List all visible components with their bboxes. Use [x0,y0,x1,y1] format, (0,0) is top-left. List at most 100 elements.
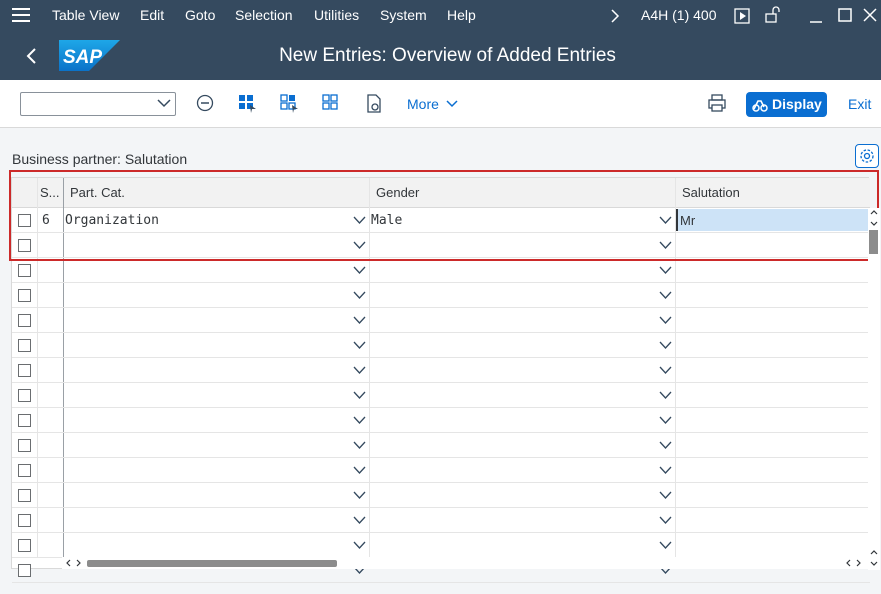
row-select-checkbox[interactable] [18,339,31,352]
cell-gender[interactable]: Male [371,213,402,228]
column-header-gender[interactable]: Gender [376,185,419,200]
document-settings-icon[interactable] [364,94,384,114]
command-field[interactable] [20,92,176,116]
horizontal-scrollbar[interactable] [62,557,868,569]
scroll-left-right-icon[interactable] [64,558,84,568]
table-row[interactable]: 6 Organization Male Mr [12,208,870,233]
salutation-input[interactable]: Mr [676,209,868,231]
table-row[interactable] [12,533,870,558]
display-glasses-icon [752,100,768,112]
row-select-checkbox[interactable] [18,414,31,427]
row-select-checkbox[interactable] [18,239,31,252]
row-select-checkbox[interactable] [18,289,31,302]
table-row[interactable] [12,283,870,308]
table-row[interactable] [12,358,870,383]
part-cat-dropdown-icon[interactable] [353,465,366,475]
maximize-icon[interactable] [837,7,853,23]
part-cat-dropdown-icon[interactable] [353,440,366,450]
gender-dropdown-icon[interactable] [659,290,672,300]
vertical-scroll-thumb[interactable] [869,230,878,254]
table-row[interactable] [12,458,870,483]
table-row[interactable] [12,308,870,333]
gender-dropdown-icon[interactable] [659,315,672,325]
row-select-checkbox[interactable] [18,514,31,527]
part-cat-dropdown-icon[interactable] [353,365,366,375]
menu-hamburger-icon[interactable] [12,8,30,22]
row-select-checkbox[interactable] [18,314,31,327]
row-select-checkbox[interactable] [18,489,31,502]
part-cat-dropdown-icon[interactable] [353,240,366,250]
part-cat-dropdown-icon[interactable] [353,315,366,325]
table-row[interactable] [12,333,870,358]
close-icon[interactable] [862,7,878,23]
scroll-left-right-end-icon[interactable] [844,558,864,568]
row-select-checkbox[interactable] [18,364,31,377]
part-cat-dropdown-icon[interactable] [353,515,366,525]
column-header-seq[interactable]: S... [40,185,60,200]
play-icon[interactable] [734,8,750,24]
row-select-checkbox[interactable] [18,539,31,552]
gender-dropdown-icon[interactable] [659,540,672,550]
table-row[interactable] [12,383,870,408]
gender-dropdown-icon[interactable] [659,440,672,450]
gender-dropdown-icon[interactable] [659,415,672,425]
unlock-icon[interactable] [764,6,782,24]
display-button[interactable]: Display [746,92,827,117]
part-cat-dropdown-icon[interactable] [353,390,366,400]
gender-dropdown-icon[interactable] [659,490,672,500]
gender-dropdown-icon[interactable] [659,215,672,225]
gender-dropdown-icon[interactable] [659,240,672,250]
part-cat-dropdown-icon[interactable] [353,265,366,275]
menu-selection[interactable]: Selection [235,7,293,23]
part-cat-dropdown-icon[interactable] [353,540,366,550]
row-select-checkbox[interactable] [18,564,31,577]
part-cat-dropdown-icon[interactable] [353,415,366,425]
more-button[interactable]: More [407,96,439,112]
row-select-checkbox[interactable] [18,464,31,477]
gender-dropdown-icon[interactable] [659,340,672,350]
part-cat-dropdown-icon[interactable] [353,290,366,300]
column-header-salutation[interactable]: Salutation [682,185,740,200]
vertical-scrollbar[interactable] [868,208,880,570]
table-row[interactable] [12,433,870,458]
select-block-icon[interactable] [280,94,300,114]
menu-help[interactable]: Help [447,7,476,23]
table-row[interactable] [12,483,870,508]
row-select-checkbox[interactable] [18,439,31,452]
part-cat-dropdown-icon[interactable] [353,490,366,500]
gender-dropdown-icon[interactable] [659,365,672,375]
table-settings-button[interactable] [855,144,879,168]
table-row[interactable] [12,258,870,283]
scroll-up-down-icon[interactable] [869,208,879,228]
menu-edit[interactable]: Edit [140,7,164,23]
row-select-checkbox[interactable] [18,389,31,402]
exit-button[interactable]: Exit [848,96,871,112]
menu-system[interactable]: System [380,7,427,23]
row-select-checkbox[interactable] [18,264,31,277]
column-header-part-cat[interactable]: Part. Cat. [70,185,125,200]
more-chevron-down-icon[interactable] [446,100,458,108]
row-select-checkbox[interactable] [18,214,31,227]
select-all-icon[interactable] [238,94,258,114]
table-row[interactable] [12,233,870,258]
deselect-all-icon[interactable] [322,94,342,114]
gender-dropdown-icon[interactable] [659,465,672,475]
cell-part-cat[interactable]: Organization [65,213,159,228]
gender-dropdown-icon[interactable] [659,390,672,400]
menu-utilities[interactable]: Utilities [314,7,359,23]
menu-goto[interactable]: Goto [185,7,215,23]
print-icon[interactable] [708,94,728,114]
gender-dropdown-icon[interactable] [659,265,672,275]
part-cat-dropdown-icon[interactable] [353,340,366,350]
scroll-up-down-bottom-icon[interactable] [869,548,879,568]
horizontal-scroll-thumb[interactable] [87,560,337,567]
table-row[interactable] [12,508,870,533]
minimize-icon[interactable] [808,8,824,24]
table-row[interactable] [12,408,870,433]
gender-dropdown-icon[interactable] [659,515,672,525]
chevron-right-icon[interactable] [610,9,620,23]
part-cat-dropdown-icon[interactable] [353,215,366,225]
menu-table-view[interactable]: Table View [52,7,119,23]
minus-circle-icon[interactable] [196,94,216,114]
chevron-down-icon[interactable] [157,98,171,112]
